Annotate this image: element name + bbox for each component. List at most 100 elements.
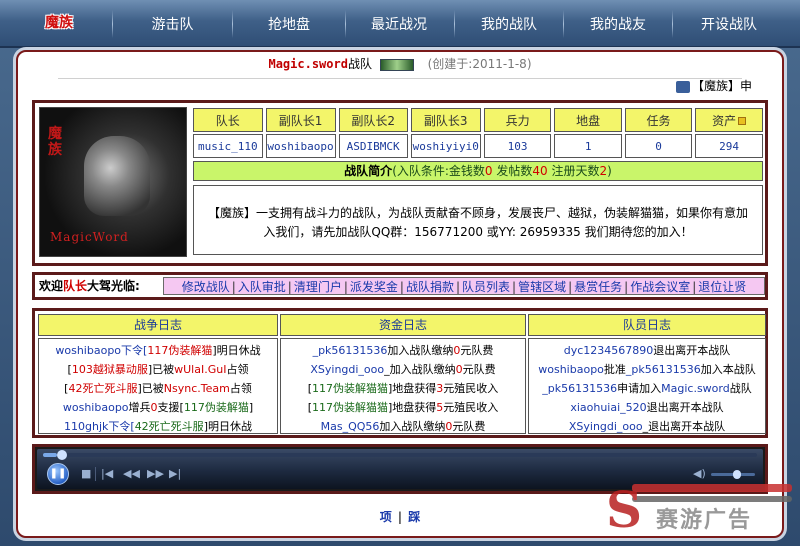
intro-cond-prefix: (入队条件:金钱数 <box>392 164 485 178</box>
log-entry: woshibaopo批准_pk56131536加入本战队 <box>529 360 765 379</box>
next-page-link[interactable]: 踩 <box>408 510 420 524</box>
stats-header-cell: 地盘 <box>554 108 622 132</box>
log-entry: [117伪装解猫猫]地盘获得3元殖民收入 <box>281 379 525 398</box>
clan-name: Magic.sword <box>268 57 348 71</box>
war-log-title: 战争日志 <box>38 314 278 336</box>
log-entry-segment[interactable]: _pk56131536 <box>542 382 617 395</box>
log-entry-segment: 占领 <box>229 382 252 395</box>
log-entry-segment[interactable]: 下令[ <box>108 420 134 433</box>
vice-leader-3-value[interactable]: woshiyiyi0 <box>410 134 481 158</box>
next-icon[interactable]: ▶| <box>169 467 181 481</box>
log-entry: _pk56131536加入战队缴纳0元队费 <box>281 341 525 360</box>
volume-icon[interactable]: ◀) <box>693 467 706 481</box>
previous-icon[interactable]: |◀ <box>101 467 113 481</box>
log-entry-segment[interactable]: XSyingdi_ooo <box>310 363 384 376</box>
log-entry-segment[interactable]: XSyingdi_ooo <box>569 420 643 433</box>
fast-forward-icon[interactable]: ▶▶ <box>147 467 164 481</box>
avatar-bottom-text: MagicWord <box>50 230 129 244</box>
action-separator: | <box>399 280 404 294</box>
main-frame: Magic.sword战队 (创建于:2011-1-8) 【魔族】申 魔族 Ma… <box>16 50 784 538</box>
war-log-list: woshibaopo下令[117伪装解猫]明日休战 [103越狱暴动服]已被wUl… <box>38 338 278 434</box>
vice-leader-1-value[interactable]: woshibaopo <box>265 134 336 158</box>
stats-header-cell: 副队长1 <box>265 108 336 132</box>
log-entry-segment: 元殖民收入 <box>443 401 499 414</box>
stats-header-cell: 副队长3 <box>410 108 481 132</box>
log-entry: [103越狱暴动服]已被wUlaI.GuI占领 <box>39 360 277 379</box>
nav-item-my-comrades[interactable]: 我的战友 <box>564 0 672 48</box>
log-entry-segment: 占领 <box>226 363 249 376</box>
money-log-title: 资金日志 <box>280 314 526 336</box>
intro-cond-suffix: ) <box>607 164 612 178</box>
log-entry-segment[interactable]: woshibaopo <box>63 401 129 414</box>
action-link[interactable]: 战队捐款 <box>406 280 454 294</box>
log-entry-segment[interactable]: _pk56131536 <box>626 363 701 376</box>
log-entry-segment: 申请加入 <box>617 382 662 395</box>
announcement-marquee: 【魔族】申 <box>675 77 752 94</box>
log-entry-segment: 117伪装解猫 <box>183 401 249 414</box>
log-entry-segment[interactable]: Magic.sword <box>661 382 730 395</box>
stop-button[interactable]: ■ <box>81 467 91 481</box>
log-entry-segment: 42死亡死斗服 <box>134 420 204 433</box>
stats-header-row: 队长 副队长1 副队长2 副队长3 兵力 地盘 任务 资产 <box>193 108 763 132</box>
log-entry-segment: 元队费 <box>452 420 486 433</box>
action-separator: | <box>568 280 573 294</box>
rewind-icon[interactable]: ◀◀ <box>123 467 140 481</box>
title-divider <box>58 78 742 79</box>
log-entry-segment[interactable]: 110ghjk <box>64 420 108 433</box>
nav-item-my-team[interactable]: 我的战队 <box>455 0 563 48</box>
volume-slider[interactable] <box>711 470 755 479</box>
welcome-bar: 欢迎队长大驾光临: 修改战队 | 入队审批 | 清理门户 | 派发奖金 | 战队捐款 | 队员列表 |… <box>32 272 768 300</box>
log-entry-segment[interactable]: _pk56131536 <box>313 344 388 357</box>
action-link[interactable]: 入队审批 <box>238 280 286 294</box>
members-log-title: 队员日志 <box>528 314 766 336</box>
watermark-letter: S <box>606 480 643 539</box>
log-entry-segment[interactable]: Mas_QQ56 <box>321 420 380 433</box>
members-log-list: dyc1234567890退出离开本战队 woshibaopo批准_pk56131… <box>528 338 766 434</box>
stats-header-cell: 任务 <box>624 108 693 132</box>
action-link[interactable]: 管辖区域 <box>518 280 566 294</box>
watermark-word: 赛游广告 <box>656 508 753 533</box>
team-info-panel: 魔族 MagicWord 队长 副队长1 副队长2 副队长3 兵力 地盘 任务 … <box>32 100 768 266</box>
log-entry-segment[interactable]: dyc1234567890 <box>564 344 654 357</box>
seek-handle[interactable] <box>57 450 68 460</box>
assets-label: 资产 <box>712 113 737 128</box>
troops-value: 103 <box>483 134 552 158</box>
log-entry: [42死亡死斗服]已被Nsync.Team占领 <box>39 379 277 398</box>
war-log: 战争日志 woshibaopo下令[117伪装解猫]明日休战 [103越狱暴动服]… <box>38 314 278 434</box>
action-link[interactable]: 作战会议室 <box>630 280 690 294</box>
pause-button[interactable]: ❚❚ <box>47 463 69 485</box>
log-entry: _pk56131536申请加入Magic.sword战队 <box>529 379 765 398</box>
action-link[interactable]: 清理门户 <box>294 280 342 294</box>
volume-handle[interactable] <box>733 470 742 479</box>
action-link[interactable]: 退位让贤 <box>698 280 746 294</box>
vice-leader-2-value[interactable]: ASDIBMCK <box>338 134 408 158</box>
nav-item-recent-battles[interactable]: 最近战况 <box>346 0 452 48</box>
intro-posts: 40 <box>532 164 548 178</box>
watermark-stripe <box>632 496 792 502</box>
log-entry-segment: ]地盘获得 <box>388 382 437 395</box>
prev-page-link[interactable]: 项 <box>380 510 392 524</box>
action-separator: | <box>231 280 236 294</box>
log-entry-segment[interactable]: 下令[ <box>121 344 147 357</box>
action-link[interactable]: 悬赏任务 <box>574 280 622 294</box>
site-logo[interactable]: 魔族 <box>14 10 104 36</box>
action-separator: | <box>343 280 348 294</box>
log-entry-segment[interactable]: woshibaopo <box>538 363 604 376</box>
money-log-list: _pk56131536加入战队缴纳0元队费 XSyingdi_ooo_加入战队缴纳… <box>280 338 526 434</box>
action-link[interactable]: 队员列表 <box>462 280 510 294</box>
log-entry-segment[interactable]: woshibaopo <box>55 344 121 357</box>
action-separator: | <box>692 280 697 294</box>
log-entry-segment: 0 <box>150 401 158 414</box>
log-entry-segment[interactable]: xiaohuiai_520 <box>570 401 646 414</box>
log-entry: XSyingdi_ooo_退出离开本战队 <box>529 417 765 436</box>
top-nav: 魔族 游击队 抢地盘 最近战况 我的战队 我的战友 开设战队 <box>0 0 800 48</box>
nav-item-grab-territory[interactable]: 抢地盘 <box>233 0 345 48</box>
seek-bar[interactable] <box>43 450 757 460</box>
nav-item-guerrilla[interactable]: 游击队 <box>115 0 230 48</box>
nav-item-create-team[interactable]: 开设战队 <box>673 0 785 48</box>
leader-value[interactable]: music_110 <box>193 134 263 158</box>
action-link[interactable]: 修改战队 <box>182 280 230 294</box>
stats-header-cell: 副队长2 <box>338 108 408 132</box>
welcome-rank: 队长 <box>63 279 88 293</box>
action-link[interactable]: 派发奖金 <box>350 280 398 294</box>
